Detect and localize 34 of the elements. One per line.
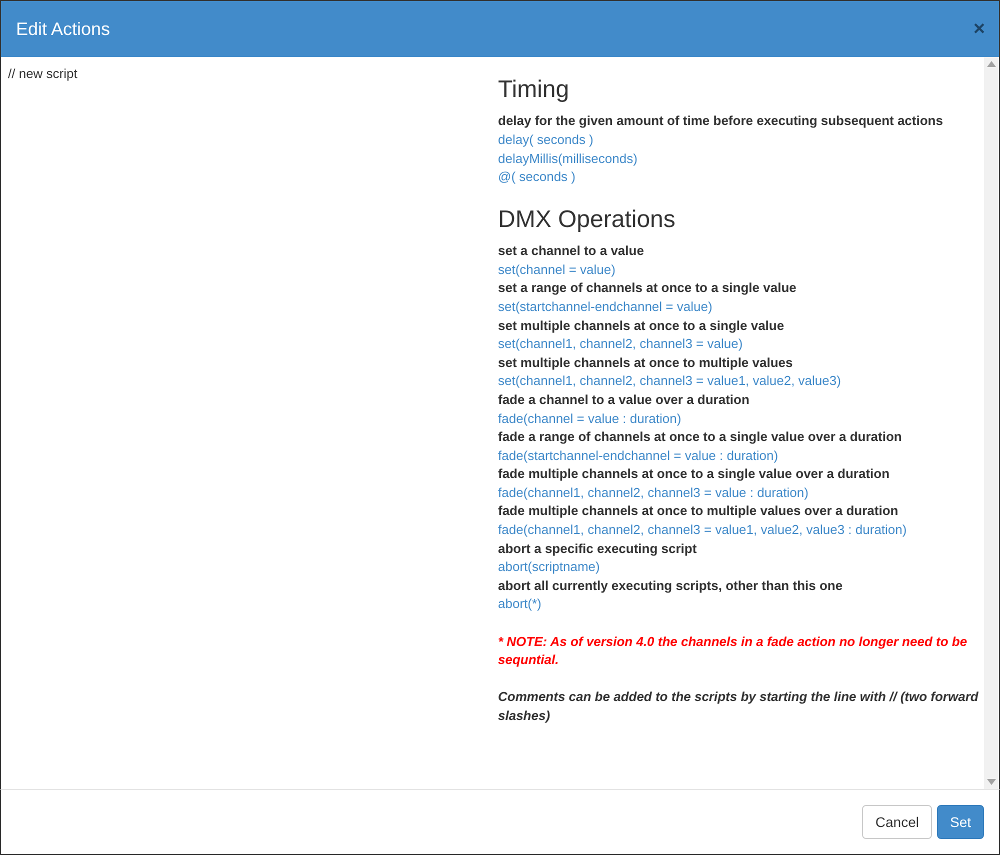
command-syntax: set(startchannel-endchannel = value) [498,298,714,316]
dialog-title: Edit Actions [16,18,110,40]
command-syntax: fade(channel1, channel2, channel3 = value : duration) [498,484,810,502]
command-description: delay for the given amount of time before executing subsequent actions [498,112,944,130]
command-description: fade a channel to a value over a duration [498,390,750,409]
comment-hint: Comments can be added to the scripts by starting the line with // (two forward slashes) [498,688,980,725]
command-syntax: set(channel = value) [498,260,616,279]
command-description: fade a range of channels at once to a single value over a duration [498,428,903,446]
command-syntax: fade(channel1, channel2, channel3 = value1, value2, value3 : duration) [498,521,908,540]
command-syntax: delayMillis(milliseconds) [498,150,638,168]
section-heading: Timing [498,77,570,104]
command-description: set multiple channels at once to multiple values [498,354,794,372]
set-button[interactable]: Set [936,805,984,839]
command-syntax: abort(*) [498,595,542,614]
scroll-down-icon[interactable] [987,779,996,785]
version-note: * NOTE: As of version 4.0 the channels in a fade action no longer need to be sequntial. [498,632,968,670]
command-description: abort a specific executing script [498,540,698,558]
command-syntax: delay( seconds ) [498,130,594,149]
command-description: abort all currently executing scripts, other than this one [498,576,844,595]
command-syntax: set(channel1, channel2, channel3 = value1, value2, value3) [498,372,842,390]
command-syntax: set(channel1, channel2, channel3 = value) [498,335,744,354]
scrollbar[interactable] [984,57,1000,789]
command-description: fade multiple channels at once to a single value over a duration [498,465,891,484]
section-heading: DMX Operations [498,206,676,234]
command-syntax: fade(channel = value : duration) [498,410,682,428]
command-syntax: @( seconds ) [498,168,576,186]
command-description: fade multiple channels at once to multiple values over a duration [498,502,900,520]
cancel-button[interactable]: Cancel [862,805,932,839]
command-description: set a channel to a value [498,242,645,260]
command-syntax: abort(scriptname) [498,558,601,576]
command-description: set a range of channels at once to a single value [498,279,798,298]
command-syntax: fade(startchannel-endchannel = value : duration) [498,446,780,465]
command-description: set multiple channels at once to a single value [498,316,786,335]
scroll-up-icon[interactable] [987,61,996,67]
